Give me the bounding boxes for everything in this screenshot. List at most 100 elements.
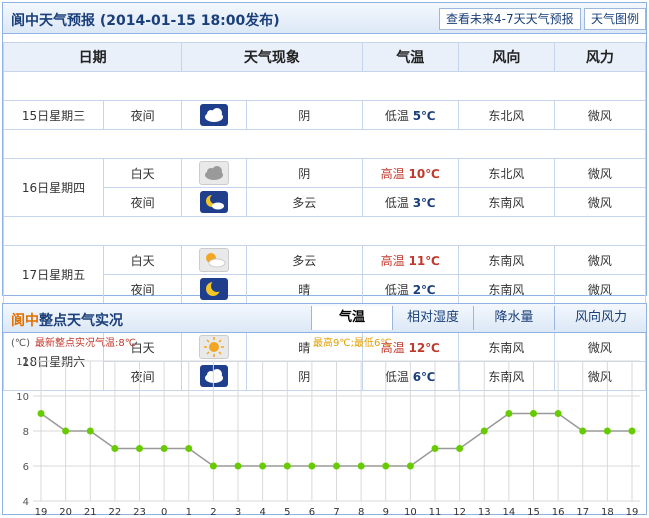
temp-label: 高温 — [380, 253, 405, 268]
x-tick-label: 23 — [133, 507, 146, 515]
x-tick-label: 13 — [478, 507, 491, 515]
moon-cloud-icon — [200, 191, 229, 213]
y-tick-label: 4 — [23, 497, 29, 508]
data-point — [603, 427, 611, 435]
x-tick-label: 4 — [259, 507, 265, 515]
tab-precipitation[interactable]: 降水量 — [473, 306, 554, 330]
tab-wind[interactable]: 风向风力 — [554, 306, 647, 330]
data-point — [406, 462, 414, 470]
x-tick-label: 11 — [429, 507, 442, 515]
period-cell: 夜间 — [102, 187, 183, 217]
data-point — [579, 427, 587, 435]
temp-cell: 低温 5℃ — [361, 100, 459, 130]
temp-value: 3℃ — [412, 195, 436, 210]
data-point — [160, 445, 168, 452]
wind-dir-cell: 东北风 — [457, 158, 555, 188]
weather-legend-button[interactable]: 天气图例 — [584, 8, 646, 30]
x-tick-label: 19 — [626, 507, 639, 515]
x-tick-label: 5 — [284, 507, 290, 515]
wind-dir-cell: 东南风 — [457, 187, 555, 217]
x-tick-label: 21 — [84, 507, 97, 515]
col-date-header: 日期 — [2, 42, 183, 72]
x-tick-label: 17 — [576, 507, 589, 515]
data-point — [628, 427, 636, 435]
y-unit-label: (℃) — [11, 338, 30, 349]
x-tick-label: 20 — [59, 507, 72, 515]
x-tick-label: 8 — [358, 507, 364, 515]
x-tick-label: 10 — [404, 507, 417, 515]
x-tick-label: 14 — [503, 507, 516, 515]
wind-force-cell: 微风 — [553, 187, 647, 217]
moon-icon — [200, 278, 229, 300]
wind-force-cell: 微风 — [553, 100, 647, 130]
condition-cell: 阴 — [245, 100, 363, 130]
data-point — [37, 410, 45, 417]
data-point — [382, 462, 390, 470]
data-point — [62, 427, 70, 435]
data-point — [136, 445, 143, 452]
data-point — [505, 410, 513, 417]
temp-label: 低温 — [384, 108, 409, 123]
period-cell: 白天 — [102, 245, 183, 275]
temp-cell: 高温 10℃ — [361, 158, 459, 188]
data-point — [185, 445, 193, 452]
cloudy-night-icon — [200, 104, 229, 126]
latest-temp-label: 最新整点实况气温:8℃ — [35, 336, 136, 349]
col-wind-dir-header: 风向 — [457, 42, 555, 72]
tab-humidity[interactable]: 相对湿度 — [392, 306, 473, 330]
wind-dir-cell: 东南风 — [457, 274, 555, 304]
hourly-panel: 阆中整点天气实况 气温 相对湿度 降水量 风向风力 (℃) 最新整点实况气温:8… — [2, 303, 647, 518]
data-point — [234, 462, 242, 470]
condition-cell: 多云 — [245, 245, 363, 275]
wind-force-cell: 微风 — [553, 158, 647, 188]
x-tick-label: 2 — [210, 507, 216, 515]
col-wind-force-header: 风力 — [553, 42, 647, 72]
data-point — [111, 445, 119, 452]
forecast-header: 阆中天气预报 (2014-01-15 18:00发布) 查看未来4-7天天气预报… — [3, 3, 646, 34]
data-point — [86, 427, 94, 435]
period-cell: 夜间 — [102, 100, 183, 130]
wind-dir-cell: 东北风 — [457, 100, 555, 130]
temp-value: 2℃ — [412, 282, 436, 297]
tab-temperature[interactable]: 气温 — [311, 306, 392, 330]
temp-cell: 低温 2℃ — [361, 274, 459, 304]
temp-value: 5℃ — [412, 108, 436, 123]
temp-value: 10℃ — [408, 166, 440, 181]
data-point — [283, 462, 291, 470]
data-point — [456, 445, 464, 452]
future-forecast-button[interactable]: 查看未来4-7天天气预报 — [439, 8, 581, 30]
temp-cell: 低温 3℃ — [361, 187, 459, 217]
temperature-chart: (℃) 最新整点实况气温:8℃ 最高9℃;最低6℃ 468101219 20 21 2… — [11, 336, 640, 518]
y-tick-label: 10 — [16, 392, 29, 403]
table-header-row: 日期 天气现象 气温 风向 风力 — [2, 42, 647, 72]
data-point — [259, 462, 267, 470]
x-tick-label: 1 — [186, 507, 192, 515]
date-cell: 15日星期三 — [3, 100, 104, 130]
data-point — [308, 462, 316, 470]
data-point — [554, 410, 562, 417]
wind-dir-cell: 东南风 — [457, 245, 555, 275]
x-tick-label: 15 — [527, 507, 540, 515]
x-tick-label: 12 — [453, 507, 466, 515]
condition-cell: 晴 — [245, 274, 363, 304]
data-point — [480, 427, 488, 435]
data-point — [333, 462, 340, 470]
period-cell: 白天 — [102, 158, 183, 188]
date-cell: 16日星期四 — [3, 158, 104, 217]
x-tick-label: 22 — [109, 507, 122, 515]
x-tick-label: 3 — [235, 507, 241, 515]
col-temp-header: 气温 — [361, 42, 459, 72]
temp-value: 11℃ — [408, 253, 440, 268]
hourly-title: 整点天气实况 — [39, 313, 123, 329]
temp-cell: 高温 11℃ — [361, 245, 459, 275]
data-point — [431, 445, 439, 452]
y-tick-label: 6 — [23, 462, 29, 473]
x-tick-label: 19 — [35, 507, 48, 515]
data-point — [357, 462, 365, 470]
hourly-header: 阆中整点天气实况 气温 相对湿度 降水量 风向风力 — [3, 304, 646, 333]
wind-force-cell: 微风 — [553, 274, 647, 304]
date-cell: 17日星期五 — [3, 245, 104, 304]
x-tick-label: 0 — [161, 507, 167, 515]
x-tick-label: 16 — [552, 507, 565, 515]
sun-cloud-icon — [199, 248, 230, 272]
